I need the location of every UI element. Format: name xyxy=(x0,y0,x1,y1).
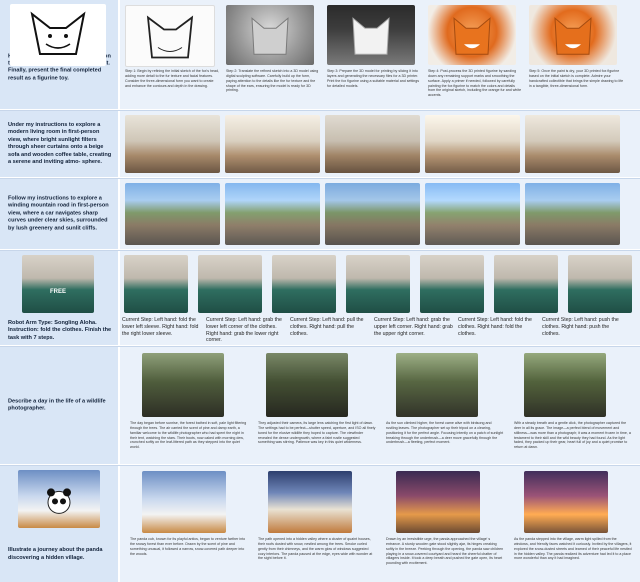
step-image xyxy=(327,5,415,65)
story-caption: As the panda stepped into the village, w… xyxy=(514,537,632,561)
story-panel: The panda cub, known for its playful ant… xyxy=(120,466,640,582)
story-image xyxy=(524,471,608,533)
story-image xyxy=(266,353,348,417)
row-label: FREE Robot Arm Type: Songling Aloha. Ins… xyxy=(0,251,118,345)
story-image xyxy=(268,471,352,533)
row-living-room: Under my instructions to explore a moder… xyxy=(0,111,640,177)
frame-image xyxy=(225,183,320,245)
input-image: FREE xyxy=(22,255,94,313)
row-robot-arm: FREE Robot Arm Type: Songling Aloha. Ins… xyxy=(0,251,640,345)
story-caption: The day began before sunrise, the forest… xyxy=(130,421,247,450)
step-caption: Step 1: Begin by refining the initial sk… xyxy=(125,69,219,88)
step-image xyxy=(568,255,632,313)
story-caption: They adjusted their camera, its large le… xyxy=(258,421,376,445)
row-label: Illustrate a journey about the panda dis… xyxy=(0,466,118,582)
shirt-print-text: FREE xyxy=(49,289,66,295)
frame-image xyxy=(425,115,520,173)
prompt-text: Describe a day in the life of a wildlife… xyxy=(8,398,106,412)
frames-panel xyxy=(120,179,640,249)
frame-image xyxy=(525,183,620,245)
row-mountain-road: Follow my instructions to explore a wind… xyxy=(0,179,640,249)
frame-image xyxy=(425,183,520,245)
prompt-text: Illustrate a journey about the panda dis… xyxy=(8,547,103,561)
step-caption: Current Step: Left hand: fold the lower … xyxy=(122,317,199,337)
step-image xyxy=(124,255,188,313)
step-image xyxy=(226,5,314,65)
step-caption: Step 5: Once the paint is dry, your 3D p… xyxy=(529,69,624,88)
step-image xyxy=(272,255,336,313)
sketch-input-image xyxy=(10,4,106,66)
story-caption: The path opened into a hidden valley whe… xyxy=(258,537,373,561)
steps-panel: Step 1: Begin by refining the initial sk… xyxy=(120,0,640,109)
story-caption: With a steady breath and a gentle click,… xyxy=(514,421,631,450)
input-image xyxy=(18,470,100,528)
step-image xyxy=(346,255,410,313)
frame-image xyxy=(225,115,320,173)
prompt-text: Follow my instructions to explore a wind… xyxy=(8,195,109,232)
step-caption: Current Step: Left hand: fold the clothe… xyxy=(458,317,532,337)
step-image xyxy=(198,255,262,313)
step-caption: Current Step: Left hand: grab the lower … xyxy=(206,317,282,344)
frame-image xyxy=(325,183,420,245)
row-panda-journey: Illustrate a journey about the panda dis… xyxy=(0,466,640,582)
prompt-text: Robot Arm Type: Songling Aloha. Instruct… xyxy=(8,319,112,341)
step-caption: Step 4: Post-process the 3D printed figu… xyxy=(428,69,522,98)
step-image xyxy=(125,5,215,67)
story-panel: The day began before sunrise, the forest… xyxy=(120,347,640,464)
step-image xyxy=(494,255,558,313)
row-wildlife-photographer: Describe a day in the life of a wildlife… xyxy=(0,347,640,464)
story-caption: Drawn by an irresistible urge, the panda… xyxy=(386,537,504,566)
frame-image xyxy=(125,115,220,173)
frame-image xyxy=(325,115,420,173)
step-caption: Current Step: Left hand: pull the clothe… xyxy=(290,317,364,337)
story-image xyxy=(524,353,606,417)
story-image xyxy=(142,353,224,417)
story-caption: The panda cub, known for its playful ant… xyxy=(130,537,246,556)
row-label: Under my instructions to explore a moder… xyxy=(0,111,118,177)
row-fox: How to continue the painting based on th… xyxy=(0,0,640,109)
steps-panel: Current Step: Left hand: fold the lower … xyxy=(120,251,640,345)
step-image xyxy=(529,5,617,65)
row-label: How to continue the painting based on th… xyxy=(0,0,118,109)
story-image xyxy=(396,353,478,417)
prompt-text: Under my instructions to explore a moder… xyxy=(8,121,112,165)
row-label: Describe a day in the life of a wildlife… xyxy=(0,347,118,464)
step-image xyxy=(428,5,516,65)
step-caption: Current Step: Left hand: push the clothe… xyxy=(542,317,619,337)
story-caption: As the sun climbed higher, the forest ca… xyxy=(386,421,504,445)
story-image xyxy=(396,471,480,533)
step-image xyxy=(420,255,484,313)
frame-image xyxy=(125,183,220,245)
step-caption: Step 3: Prepare the 3D model for printin… xyxy=(327,69,420,88)
step-caption: Current Step: Left hand: grab the upper … xyxy=(374,317,453,337)
frames-panel xyxy=(120,111,640,177)
row-label: Follow my instructions to explore a wind… xyxy=(0,179,118,249)
step-caption: Step 2: Translate the refined sketch int… xyxy=(226,69,319,93)
story-image xyxy=(142,471,226,533)
frame-image xyxy=(525,115,620,173)
